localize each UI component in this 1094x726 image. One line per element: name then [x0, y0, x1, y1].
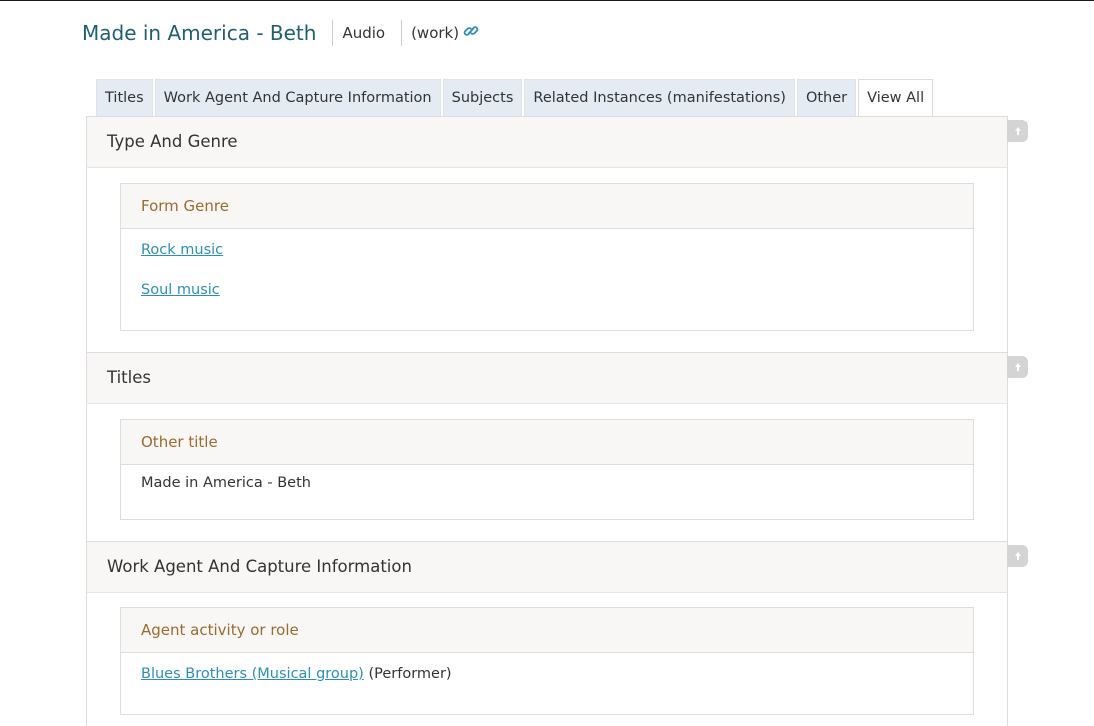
divider	[332, 20, 334, 46]
page-title: Made in America - Beth	[82, 21, 317, 45]
section-header-type-and-genre: Type And Genre	[86, 116, 1008, 168]
divider	[401, 20, 403, 46]
tab-other[interactable]: Other	[796, 79, 857, 116]
tab-related-instances[interactable]: Related Instances (manifestations)	[524, 79, 795, 116]
subpanel-title: Other title	[121, 420, 973, 465]
page-header: Made in America - Beth Audio (work)	[82, 18, 479, 48]
link-icon[interactable]	[463, 23, 479, 43]
subpanel-agent-role: Agent activity or role Blues Brothers (M…	[120, 607, 974, 715]
top-border	[0, 0, 1094, 1]
section-header-work-agent: Work Agent And Capture Information	[86, 541, 1008, 593]
arrow-up-icon[interactable]	[1007, 545, 1028, 567]
resource-kind: (work)	[411, 24, 460, 42]
list-item: Soul music	[141, 282, 220, 298]
title-value: Made in America - Beth	[141, 475, 311, 491]
agent-link[interactable]: Blues Brothers (Musical group)	[141, 666, 364, 682]
list-item: Made in America - Beth	[141, 475, 311, 491]
arrow-up-icon[interactable]	[1007, 356, 1028, 378]
resource-type: Audio	[342, 24, 386, 42]
arrow-up-icon[interactable]	[1007, 120, 1028, 142]
subpanel-other-title: Other title Made in America - Beth	[120, 419, 974, 520]
subpanel-form-genre: Form Genre Rock music Soul music	[120, 183, 974, 331]
subpanel-title: Agent activity or role	[121, 608, 973, 653]
tab-subjects[interactable]: Subjects	[442, 79, 523, 116]
genre-link[interactable]: Soul music	[141, 282, 220, 298]
tab-titles[interactable]: Titles	[96, 79, 153, 116]
genre-link[interactable]: Rock music	[141, 242, 223, 258]
tab-work-agent[interactable]: Work Agent And Capture Information	[154, 79, 441, 116]
agent-role: (Performer)	[368, 666, 452, 682]
subpanel-title: Form Genre	[121, 184, 973, 229]
section-header-titles: Titles	[86, 352, 1008, 404]
tab-bar: Titles Work Agent And Capture Informatio…	[96, 79, 935, 117]
tab-view-all[interactable]: View All	[858, 79, 934, 117]
list-item: Rock music	[141, 242, 223, 258]
list-item: Blues Brothers (Musical group) (Performe…	[141, 666, 452, 682]
